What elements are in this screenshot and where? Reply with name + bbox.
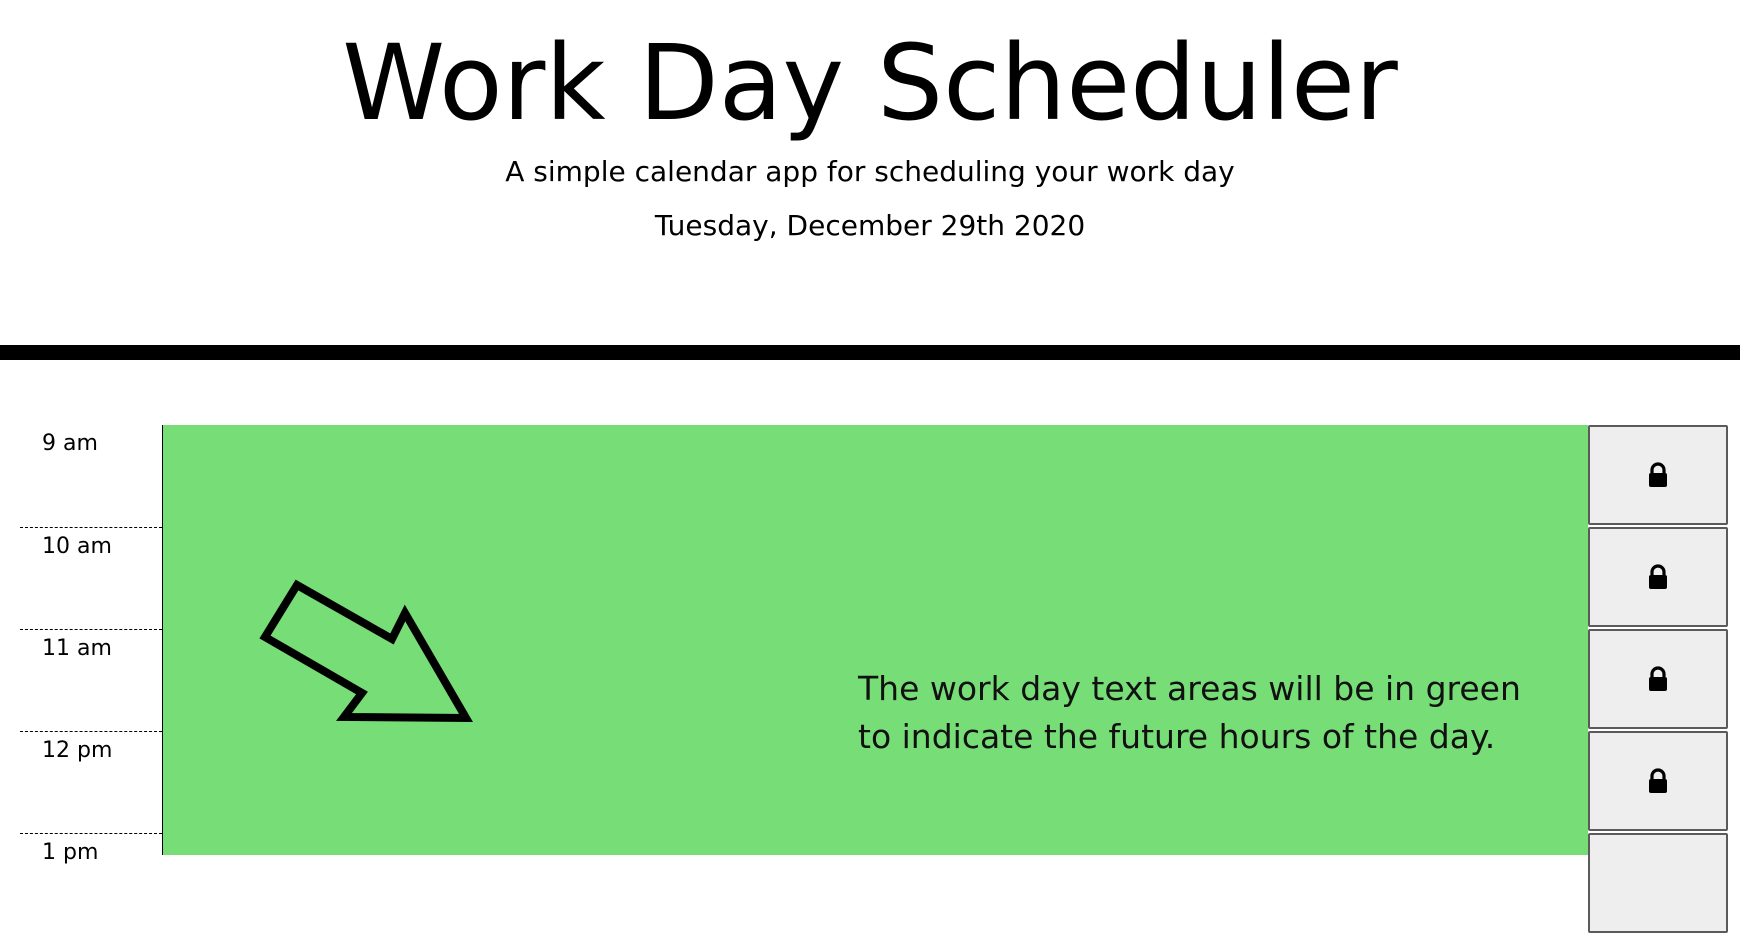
info-line: to indicate the future hours of the day. — [858, 717, 1496, 756]
arrow-icon — [259, 579, 473, 723]
save-column — [1588, 425, 1728, 933]
hour-label: 12 pm — [20, 731, 162, 833]
page-subtitle: A simple calendar app for scheduling you… — [505, 155, 1235, 188]
lock-icon — [1649, 564, 1667, 589]
page-title: Work Day Scheduler — [342, 22, 1398, 144]
info-text: The work day text areas will be in green… — [858, 665, 1521, 761]
save-button[interactable] — [1588, 731, 1728, 831]
hour-label: 11 am — [20, 629, 162, 731]
hour-label: 1 pm — [20, 833, 162, 935]
save-button[interactable] — [1588, 425, 1728, 525]
lock-icon — [1649, 666, 1667, 691]
info-line: The work day text areas will be in green — [858, 669, 1521, 708]
hour-label: 10 am — [20, 527, 162, 629]
lock-icon — [1649, 768, 1667, 793]
hour-column: 9 am 10 am 11 am 12 pm 1 pm — [20, 425, 162, 865]
current-day: Tuesday, December 29th 2020 — [654, 209, 1086, 242]
save-button[interactable] — [1588, 527, 1728, 627]
save-button[interactable] — [1588, 629, 1728, 729]
save-button[interactable] — [1588, 833, 1728, 933]
header: Work Day Scheduler A simple calendar app… — [0, 0, 1740, 360]
hour-label: 9 am — [42, 431, 98, 456]
lock-icon — [1649, 462, 1667, 487]
